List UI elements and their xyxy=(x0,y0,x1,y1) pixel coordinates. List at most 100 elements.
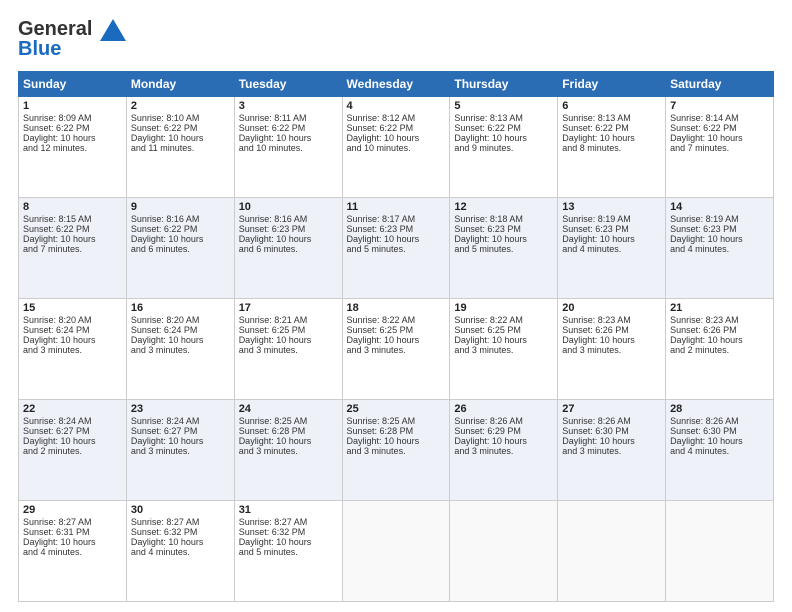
calendar-cell: 1Sunrise: 8:09 AMSunset: 6:22 PMDaylight… xyxy=(19,97,127,198)
logo-text: General Blue xyxy=(18,18,126,61)
day-info-line: Sunset: 6:30 PM xyxy=(670,426,769,436)
day-info-line: Sunrise: 8:20 AM xyxy=(23,315,122,325)
day-info-line: and 5 minutes. xyxy=(454,244,553,254)
calendar-cell: 3Sunrise: 8:11 AMSunset: 6:22 PMDaylight… xyxy=(234,97,342,198)
day-info-line: Daylight: 10 hours xyxy=(454,234,553,244)
day-info-line: Sunrise: 8:19 AM xyxy=(670,214,769,224)
weekday-header-row: SundayMondayTuesdayWednesdayThursdayFrid… xyxy=(19,72,774,97)
day-info-line: Sunset: 6:24 PM xyxy=(131,325,230,335)
weekday-header: Tuesday xyxy=(234,72,342,97)
day-info-line: Daylight: 10 hours xyxy=(131,133,230,143)
day-info-line: Sunrise: 8:23 AM xyxy=(562,315,661,325)
day-info-line: Daylight: 10 hours xyxy=(23,234,122,244)
day-info-line: Sunrise: 8:20 AM xyxy=(131,315,230,325)
day-info-line: and 4 minutes. xyxy=(131,547,230,557)
day-info-line: Sunrise: 8:24 AM xyxy=(23,416,122,426)
day-info-line: Sunset: 6:26 PM xyxy=(562,325,661,335)
day-info-line: Sunrise: 8:14 AM xyxy=(670,113,769,123)
day-info-line: Daylight: 10 hours xyxy=(239,537,338,547)
day-info-line: Daylight: 10 hours xyxy=(23,133,122,143)
day-info-line: Sunrise: 8:26 AM xyxy=(670,416,769,426)
day-number: 12 xyxy=(454,201,553,213)
day-info-line: Sunset: 6:23 PM xyxy=(239,224,338,234)
day-info-line: and 10 minutes. xyxy=(347,143,446,153)
day-info-line: Sunset: 6:32 PM xyxy=(239,527,338,537)
calendar-cell: 17Sunrise: 8:21 AMSunset: 6:25 PMDayligh… xyxy=(234,299,342,400)
day-info-line: Sunset: 6:22 PM xyxy=(562,123,661,133)
day-info-line: Sunset: 6:28 PM xyxy=(347,426,446,436)
day-info-line: Sunrise: 8:17 AM xyxy=(347,214,446,224)
day-info-line: Sunrise: 8:27 AM xyxy=(23,517,122,527)
day-info-line: Sunset: 6:23 PM xyxy=(562,224,661,234)
day-info-line: Sunrise: 8:21 AM xyxy=(239,315,338,325)
day-info-line: Daylight: 10 hours xyxy=(454,436,553,446)
day-info-line: and 4 minutes. xyxy=(23,547,122,557)
day-number: 31 xyxy=(239,504,338,516)
day-info-line: Daylight: 10 hours xyxy=(239,335,338,345)
day-info-line: and 2 minutes. xyxy=(670,345,769,355)
day-number: 19 xyxy=(454,302,553,314)
day-info-line: Sunset: 6:29 PM xyxy=(454,426,553,436)
day-info-line: Sunset: 6:27 PM xyxy=(23,426,122,436)
day-number: 18 xyxy=(347,302,446,314)
day-info-line: and 3 minutes. xyxy=(23,345,122,355)
day-info-line: and 3 minutes. xyxy=(347,446,446,456)
calendar-cell: 11Sunrise: 8:17 AMSunset: 6:23 PMDayligh… xyxy=(342,198,450,299)
day-number: 1 xyxy=(23,100,122,112)
day-info-line: Sunset: 6:32 PM xyxy=(131,527,230,537)
day-info-line: and 3 minutes. xyxy=(131,345,230,355)
day-number: 29 xyxy=(23,504,122,516)
day-number: 8 xyxy=(23,201,122,213)
calendar-cell: 29Sunrise: 8:27 AMSunset: 6:31 PMDayligh… xyxy=(19,501,127,602)
day-info-line: and 6 minutes. xyxy=(131,244,230,254)
calendar-cell xyxy=(342,501,450,602)
day-info-line: Sunset: 6:24 PM xyxy=(23,325,122,335)
day-info-line: Sunrise: 8:10 AM xyxy=(131,113,230,123)
page: General Blue SundayMondayTuesdayWednesda… xyxy=(0,0,792,612)
day-number: 10 xyxy=(239,201,338,213)
calendar-week-row: 29Sunrise: 8:27 AMSunset: 6:31 PMDayligh… xyxy=(19,501,774,602)
day-info-line: and 3 minutes. xyxy=(562,446,661,456)
day-info-line: Daylight: 10 hours xyxy=(670,234,769,244)
day-info-line: and 10 minutes. xyxy=(239,143,338,153)
day-info-line: Sunrise: 8:09 AM xyxy=(23,113,122,123)
calendar-week-row: 1Sunrise: 8:09 AMSunset: 6:22 PMDaylight… xyxy=(19,97,774,198)
calendar-cell: 7Sunrise: 8:14 AMSunset: 6:22 PMDaylight… xyxy=(666,97,774,198)
day-info-line: and 3 minutes. xyxy=(454,345,553,355)
day-info-line: Sunset: 6:23 PM xyxy=(454,224,553,234)
day-info-line: Sunset: 6:25 PM xyxy=(347,325,446,335)
day-info-line: and 4 minutes. xyxy=(670,446,769,456)
day-info-line: Sunset: 6:22 PM xyxy=(23,123,122,133)
calendar-cell: 13Sunrise: 8:19 AMSunset: 6:23 PMDayligh… xyxy=(558,198,666,299)
day-number: 16 xyxy=(131,302,230,314)
day-number: 22 xyxy=(23,403,122,415)
day-number: 14 xyxy=(670,201,769,213)
day-info-line: Sunset: 6:28 PM xyxy=(239,426,338,436)
day-info-line: and 3 minutes. xyxy=(562,345,661,355)
calendar-cell: 23Sunrise: 8:24 AMSunset: 6:27 PMDayligh… xyxy=(126,400,234,501)
calendar-cell: 5Sunrise: 8:13 AMSunset: 6:22 PMDaylight… xyxy=(450,97,558,198)
day-info-line: Daylight: 10 hours xyxy=(670,335,769,345)
day-number: 24 xyxy=(239,403,338,415)
calendar-cell: 15Sunrise: 8:20 AMSunset: 6:24 PMDayligh… xyxy=(19,299,127,400)
day-info-line: Daylight: 10 hours xyxy=(131,537,230,547)
day-info-line: Sunrise: 8:23 AM xyxy=(670,315,769,325)
day-info-line: Sunset: 6:23 PM xyxy=(347,224,446,234)
day-info-line: Daylight: 10 hours xyxy=(347,335,446,345)
calendar-cell: 16Sunrise: 8:20 AMSunset: 6:24 PMDayligh… xyxy=(126,299,234,400)
day-number: 2 xyxy=(131,100,230,112)
day-info-line: and 3 minutes. xyxy=(131,446,230,456)
calendar-cell: 28Sunrise: 8:26 AMSunset: 6:30 PMDayligh… xyxy=(666,400,774,501)
day-info-line: Daylight: 10 hours xyxy=(454,133,553,143)
day-info-line: Daylight: 10 hours xyxy=(23,436,122,446)
day-number: 21 xyxy=(670,302,769,314)
day-number: 30 xyxy=(131,504,230,516)
day-info-line: and 11 minutes. xyxy=(131,143,230,153)
day-info-line: Sunrise: 8:27 AM xyxy=(131,517,230,527)
day-info-line: Daylight: 10 hours xyxy=(239,133,338,143)
day-info-line: Sunset: 6:25 PM xyxy=(239,325,338,335)
day-info-line: and 9 minutes. xyxy=(454,143,553,153)
day-info-line: Sunrise: 8:22 AM xyxy=(347,315,446,325)
day-info-line: and 8 minutes. xyxy=(562,143,661,153)
day-number: 5 xyxy=(454,100,553,112)
